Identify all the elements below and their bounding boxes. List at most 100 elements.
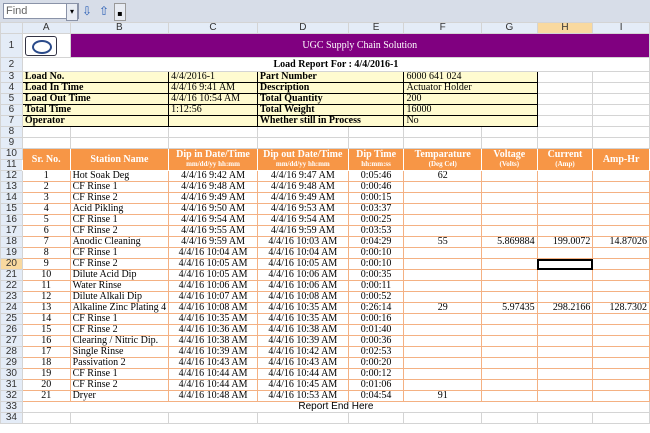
arrow-down-icon[interactable]: ⇩ — [80, 3, 94, 19]
data-cell[interactable]: 0:00:10 — [347, 258, 405, 270]
data-cell[interactable]: 91 — [403, 390, 482, 402]
data-cell[interactable] — [481, 390, 538, 402]
data-cell[interactable]: 128.7302 — [592, 302, 650, 314]
data-cell[interactable]: 4/4/16 10:53 AM — [256, 390, 349, 402]
data-cell[interactable]: 4/4/16 9:47 AM — [256, 170, 349, 182]
info-value[interactable]: 16000 — [403, 104, 538, 116]
data-cell[interactable] — [481, 379, 538, 391]
empty-cell[interactable] — [347, 126, 405, 138]
row-header-14[interactable]: 14 — [0, 192, 23, 204]
data-cell[interactable]: 4/4/16 9:54 AM — [256, 214, 349, 226]
data-cell[interactable] — [403, 203, 482, 215]
station-name-cell[interactable]: Dryer — [69, 390, 170, 402]
empty-cell[interactable] — [21, 126, 71, 138]
column-header-f[interactable]: F — [403, 22, 482, 34]
data-cell[interactable]: 0:26:14 — [347, 302, 405, 314]
station-name-cell[interactable]: CF Rinse 2 — [69, 192, 170, 204]
station-name-cell[interactable]: Dilute Acid Dip — [69, 269, 170, 281]
data-cell[interactable]: 4/4/16 10:36 AM — [168, 324, 258, 336]
data-cell[interactable] — [592, 269, 650, 281]
data-cell[interactable]: 4/4/16 9:48 AM — [256, 181, 349, 193]
row-header-18[interactable]: 18 — [0, 236, 23, 248]
data-cell[interactable]: 4/4/16 9:50 AM — [168, 203, 258, 215]
data-cell[interactable] — [536, 291, 594, 303]
empty-cell[interactable] — [256, 137, 349, 149]
info-label[interactable]: Total Quantity — [256, 93, 405, 105]
data-cell[interactable] — [592, 335, 650, 347]
data-cell[interactable] — [592, 291, 650, 303]
data-cell[interactable]: 14.87026 — [592, 236, 650, 248]
info-value[interactable]: No — [403, 115, 538, 127]
row-header-29[interactable]: 29 — [0, 357, 23, 369]
data-cell[interactable] — [481, 214, 538, 226]
empty-cell[interactable] — [592, 104, 650, 116]
data-cell[interactable] — [592, 324, 650, 336]
column-header-g[interactable]: G — [481, 22, 538, 34]
data-cell[interactable]: 4/4/16 10:05 AM — [168, 269, 258, 281]
data-cell[interactable] — [536, 269, 594, 281]
data-cell[interactable]: 4/4/16 10:05 AM — [168, 258, 258, 270]
station-name-cell[interactable]: CF Rinse 1 — [69, 368, 170, 380]
data-cell[interactable]: 199.0072 — [536, 236, 594, 248]
data-cell[interactable] — [403, 335, 482, 347]
header-temperature[interactable]: Temparature (Deg Cel) — [403, 148, 482, 171]
data-cell[interactable]: 18 — [21, 357, 71, 369]
data-cell[interactable] — [403, 368, 482, 380]
column-header-i[interactable]: I — [592, 22, 650, 34]
data-cell[interactable] — [481, 225, 538, 237]
station-name-cell[interactable]: CF Rinse 1 — [69, 313, 170, 325]
data-cell[interactable] — [481, 324, 538, 336]
empty-cell[interactable] — [592, 71, 650, 83]
station-name-cell[interactable]: CF Rinse 2 — [69, 379, 170, 391]
empty-cell[interactable] — [168, 126, 258, 138]
station-name-cell[interactable]: Clearing / Nitric Dip. — [69, 335, 170, 347]
data-cell[interactable] — [592, 203, 650, 215]
data-cell[interactable]: 4/4/16 9:55 AM — [168, 225, 258, 237]
data-cell[interactable] — [536, 181, 594, 193]
station-name-cell[interactable]: CF Rinse 2 — [69, 225, 170, 237]
empty-cell[interactable] — [347, 137, 405, 149]
data-cell[interactable]: 4/4/16 10:08 AM — [256, 291, 349, 303]
info-label[interactable]: Part Number — [256, 71, 405, 83]
data-cell[interactable]: 4/4/16 10:06 AM — [256, 280, 349, 292]
data-cell[interactable] — [403, 214, 482, 226]
info-value[interactable]: 4/4/2016-1 — [168, 71, 258, 83]
row-header-20[interactable]: 20 — [0, 258, 23, 270]
data-cell[interactable]: 9 — [21, 258, 71, 270]
find-dropdown-button[interactable]: ▾ — [66, 3, 78, 21]
empty-cell[interactable] — [536, 137, 594, 149]
data-cell[interactable]: 0:00:25 — [347, 214, 405, 226]
empty-cell[interactable] — [481, 412, 538, 424]
data-cell[interactable] — [536, 346, 594, 358]
data-cell[interactable]: 4/4/16 9:49 AM — [256, 192, 349, 204]
info-label[interactable]: Load No. — [21, 71, 170, 83]
data-cell[interactable] — [536, 214, 594, 226]
data-cell[interactable]: 4/4/16 10:38 AM — [168, 335, 258, 347]
row-header-21[interactable]: 21 — [0, 269, 23, 281]
data-cell[interactable]: 14 — [21, 313, 71, 325]
header-dip-in[interactable]: Dip in Date/Time mm/dd/yy hh:mm — [168, 148, 258, 171]
empty-cell[interactable] — [536, 115, 594, 127]
data-cell[interactable]: 4/4/16 10:05 AM — [256, 258, 349, 270]
logo-cell[interactable] — [21, 33, 71, 58]
data-cell[interactable]: 0:04:54 — [347, 390, 405, 402]
data-cell[interactable] — [536, 203, 594, 215]
column-header-c[interactable]: C — [168, 22, 258, 34]
data-cell[interactable]: 4/4/16 9:53 AM — [256, 203, 349, 215]
data-cell[interactable]: 17 — [21, 346, 71, 358]
data-cell[interactable]: 12 — [21, 291, 71, 303]
station-name-cell[interactable]: CF Rinse 1 — [69, 181, 170, 193]
row-header-9[interactable]: 9 — [0, 137, 23, 149]
station-name-cell[interactable]: CF Rinse 1 — [69, 214, 170, 226]
data-cell[interactable] — [403, 258, 482, 270]
find-options-button[interactable]: ▪ — [114, 3, 126, 21]
info-label[interactable]: Load In Time — [21, 82, 170, 94]
row-header-24[interactable]: 24 — [0, 302, 23, 314]
data-cell[interactable]: 4/4/16 10:35 AM — [168, 313, 258, 325]
select-all-corner[interactable] — [0, 22, 23, 34]
header-amp-hr[interactable]: Amp-Hr — [592, 148, 650, 171]
empty-cell[interactable] — [168, 137, 258, 149]
data-cell[interactable] — [536, 170, 594, 182]
row-header-25[interactable]: 25 — [0, 313, 23, 325]
station-name-cell[interactable]: Acid Pikling — [69, 203, 170, 215]
